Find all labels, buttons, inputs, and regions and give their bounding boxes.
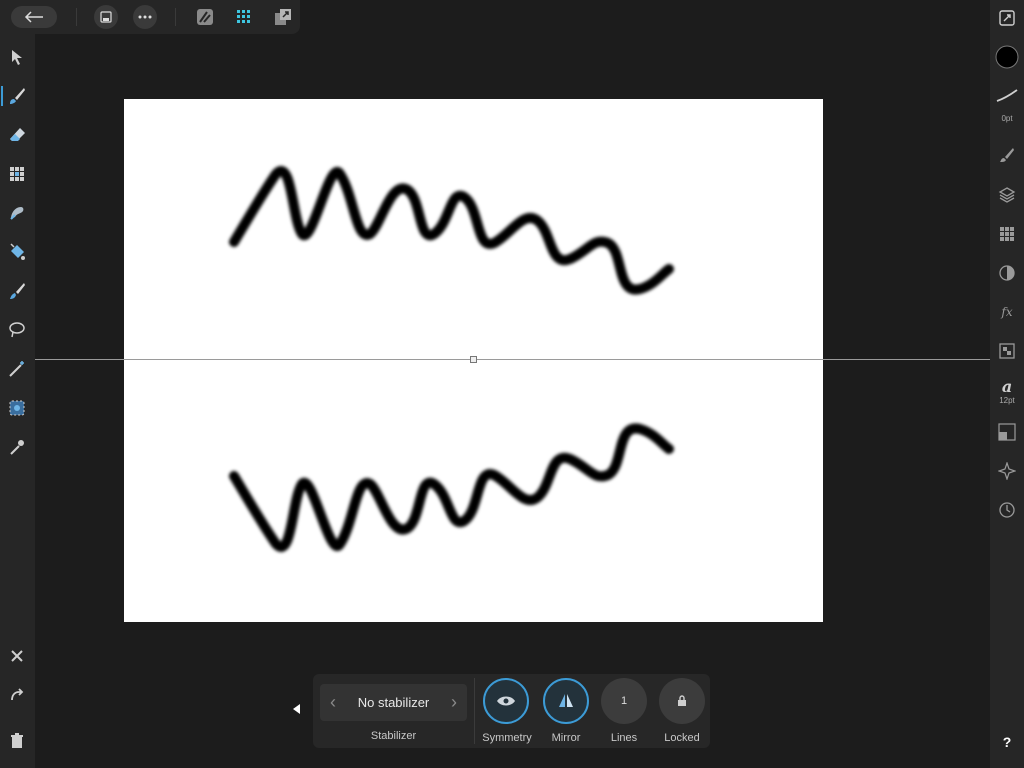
- document-button[interactable]: [94, 5, 118, 29]
- context-toolbar: ‹ No stabilizer › Stabilizer Symmetry Mi…: [313, 674, 710, 748]
- color-picker-tool[interactable]: [5, 435, 29, 459]
- chevron-left-icon[interactable]: ‹: [326, 692, 340, 713]
- symmetry-label: Symmetry: [482, 732, 532, 744]
- arrow-left-icon: [24, 11, 43, 23]
- stabilizer-selector[interactable]: ‹ No stabilizer ›: [320, 684, 467, 721]
- lasso-selection-tool[interactable]: [5, 318, 29, 342]
- layers-icon: [998, 187, 1016, 203]
- export-persona-icon: [275, 9, 291, 25]
- collapse-panel-button[interactable]: [290, 702, 304, 716]
- tools-sidebar: [0, 34, 35, 768]
- effects-fx-icon: fx: [1001, 305, 1013, 319]
- brush-stroke-bottom: [229, 423, 674, 552]
- draw-persona-icon: [197, 9, 213, 25]
- history-panel-button[interactable]: [995, 498, 1019, 522]
- stroke-width-label: 0pt: [1001, 114, 1013, 123]
- smudge-tool-icon: [10, 207, 24, 220]
- top-toolbar: [0, 0, 300, 34]
- navigator-panel-button[interactable]: [995, 459, 1019, 483]
- help-button[interactable]: ?: [1001, 734, 1013, 750]
- lasso-selection-icon: [9, 322, 25, 338]
- document-resize-button[interactable]: [995, 6, 1019, 30]
- font-size-label: 12pt: [999, 396, 1015, 405]
- toolbar-divider: [76, 8, 77, 26]
- mirror-toggle[interactable]: [543, 678, 589, 724]
- flood-select-tool[interactable]: [5, 396, 29, 420]
- brush-stroke-button[interactable]: [995, 84, 1019, 108]
- toolbar-divider: [175, 8, 176, 26]
- brush-stroke-icon: [996, 89, 1018, 102]
- history-icon: [999, 502, 1015, 518]
- mirror-icon: [559, 694, 573, 707]
- transform-icon: [998, 423, 1016, 441]
- magic-wand-icon: [9, 361, 24, 377]
- channels-icon: [999, 343, 1015, 359]
- undo-icon: [11, 688, 24, 701]
- fill-tool[interactable]: [5, 240, 29, 264]
- studio-sidebar: 0pt fx a 12pt: [990, 0, 1024, 768]
- swatches-icon: [1000, 227, 1014, 241]
- mirror-label: Mirror: [551, 732, 581, 744]
- brush-stroke-top: [229, 166, 674, 295]
- color-picker-icon: [10, 440, 24, 455]
- smudge-tool[interactable]: [5, 201, 29, 225]
- lines-count-value: 1: [620, 695, 628, 707]
- more-icon: [138, 15, 152, 19]
- lines-label: Lines: [610, 732, 638, 744]
- text-style-panel-button[interactable]: a: [995, 374, 1019, 398]
- stabilizer-value: No stabilizer: [357, 695, 430, 710]
- color-swatch-icon: [995, 45, 1019, 69]
- effects-panel-button[interactable]: fx: [995, 300, 1019, 324]
- color-swatch-button[interactable]: [995, 45, 1019, 69]
- brush-tool[interactable]: [1, 84, 29, 108]
- symmetry-toggle[interactable]: [483, 678, 529, 724]
- dropper-brush-tool-icon: [10, 283, 25, 299]
- swatches-panel-button[interactable]: [995, 222, 1019, 246]
- channels-panel-button[interactable]: [995, 339, 1019, 363]
- magic-wand-tool[interactable]: [5, 357, 29, 381]
- transform-panel-button[interactable]: [995, 420, 1019, 444]
- eraser-tool-icon: [10, 128, 25, 141]
- brush-tool-icon: [10, 88, 25, 104]
- layers-panel-button[interactable]: [995, 183, 1019, 207]
- pixel-persona-button[interactable]: [234, 7, 254, 27]
- locked-label: Locked: [664, 732, 700, 744]
- stabilizer-label: Stabilizer: [370, 730, 417, 742]
- move-tool[interactable]: [5, 45, 29, 69]
- close-button[interactable]: [5, 644, 29, 668]
- trash-icon: [11, 733, 23, 748]
- navigator-icon: [998, 462, 1016, 480]
- lines-count-button[interactable]: 1: [601, 678, 647, 724]
- dropper-brush-tool[interactable]: [5, 279, 29, 303]
- document-resize-icon: [999, 10, 1015, 26]
- eye-icon: [497, 696, 515, 706]
- triangle-left-icon: [293, 704, 300, 714]
- brushes-icon: [1000, 148, 1014, 162]
- draw-persona-button[interactable]: [195, 7, 215, 27]
- eraser-tool[interactable]: [5, 123, 29, 147]
- grid-tool-icon: [10, 167, 24, 181]
- fill-tool-icon: [10, 243, 25, 260]
- text-style-icon: a: [1001, 376, 1013, 396]
- document-icon: [100, 11, 112, 23]
- brushes-panel-button[interactable]: [995, 143, 1019, 167]
- symmetry-axis-line[interactable]: [35, 359, 990, 360]
- back-button[interactable]: [11, 6, 57, 28]
- adjustments-icon: [999, 265, 1015, 281]
- grid-tool[interactable]: [5, 162, 29, 186]
- export-persona-button[interactable]: [273, 7, 293, 27]
- undo-button[interactable]: [5, 683, 29, 707]
- flood-select-icon: [9, 400, 25, 416]
- delete-button[interactable]: [5, 729, 29, 753]
- lock-icon: [678, 695, 686, 706]
- symmetry-axis-handle[interactable]: [470, 356, 477, 363]
- adjustments-panel-button[interactable]: [995, 261, 1019, 285]
- locked-toggle[interactable]: [659, 678, 705, 724]
- pixel-persona-icon: [237, 10, 250, 23]
- chevron-right-icon[interactable]: ›: [447, 692, 461, 713]
- move-tool-icon: [12, 50, 22, 65]
- more-button[interactable]: [133, 5, 157, 29]
- close-icon: [11, 650, 23, 662]
- active-tool-indicator: [1, 86, 3, 106]
